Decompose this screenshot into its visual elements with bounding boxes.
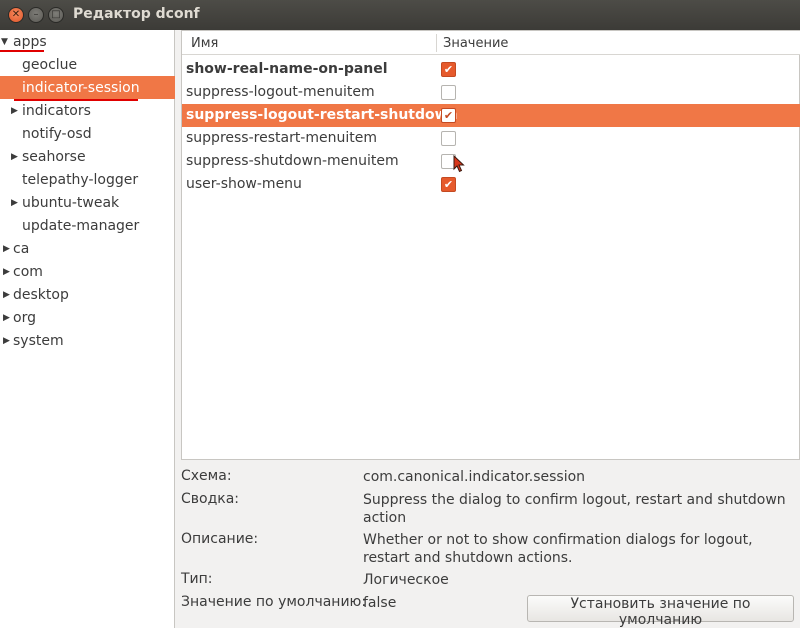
tree-item-label: indicator-session bbox=[22, 79, 140, 96]
type-label: Тип: bbox=[181, 571, 213, 587]
tree-item-label: notify-osd bbox=[22, 125, 92, 142]
key-name: suppress-restart-menuitem bbox=[186, 130, 377, 146]
tree-item-label: ca bbox=[13, 240, 30, 257]
tree-item-update-manager[interactable]: update-manager bbox=[0, 214, 175, 237]
minimize-window-button[interactable]: – bbox=[28, 7, 44, 23]
table-header: Имя Значение bbox=[182, 31, 800, 55]
checkmark-icon: ✔ bbox=[443, 178, 454, 191]
tree-item-label: ubuntu-tweak bbox=[22, 194, 120, 211]
value-checkbox[interactable]: ✔ bbox=[441, 177, 456, 192]
table-row[interactable]: suppress-logout-restart-shutdown ✔ bbox=[182, 104, 800, 127]
value-checkbox[interactable] bbox=[441, 131, 456, 146]
minimize-icon: – bbox=[33, 9, 39, 20]
key-name: suppress-shutdown-menuitem bbox=[186, 153, 399, 169]
window-title: Редактор dconf bbox=[73, 6, 200, 22]
tree-item-indicators[interactable]: ▶ indicators bbox=[0, 99, 175, 122]
key-name: suppress-logout-restart-shutdown bbox=[186, 107, 458, 123]
tree-item-label: desktop bbox=[13, 286, 69, 303]
expander-right-icon[interactable]: ▶ bbox=[11, 106, 21, 116]
tree-item-label: system bbox=[13, 332, 64, 349]
expander-down-icon[interactable]: ▼ bbox=[1, 37, 11, 47]
expander-right-icon[interactable]: ▶ bbox=[11, 152, 21, 162]
tree-item-com[interactable]: ▶ com bbox=[0, 260, 175, 283]
tree-item-label: telepathy-logger bbox=[22, 171, 139, 188]
checkmark-icon: ✔ bbox=[443, 63, 454, 76]
table-row[interactable]: user-show-menu ✔ bbox=[182, 173, 800, 196]
annotation-underline bbox=[0, 50, 44, 52]
value-checkbox[interactable]: ✔ bbox=[441, 108, 456, 123]
key-name: user-show-menu bbox=[186, 176, 302, 192]
key-name: show-real-name-on-panel bbox=[186, 61, 388, 77]
key-name: suppress-logout-menuitem bbox=[186, 84, 375, 100]
tree-item-label: indicators bbox=[22, 102, 91, 119]
tree-item-org[interactable]: ▶ org bbox=[0, 306, 175, 329]
table-row[interactable]: suppress-shutdown-menuitem bbox=[182, 150, 800, 173]
tree-item-ubuntu-tweak[interactable]: ▶ ubuntu-tweak bbox=[0, 191, 175, 214]
schema-value: com.canonical.indicator.session bbox=[363, 469, 586, 485]
annotation-underline bbox=[14, 99, 138, 101]
set-default-button[interactable]: Установить значение по умолчанию bbox=[527, 595, 794, 628]
column-header-value[interactable]: Значение bbox=[443, 36, 508, 51]
summary-label: Сводка: bbox=[181, 491, 240, 507]
expander-right-icon[interactable]: ▶ bbox=[3, 244, 13, 254]
tree-item-desktop[interactable]: ▶ desktop bbox=[0, 283, 175, 306]
description-value: Whether or not to show confirmation dial… bbox=[363, 532, 753, 566]
column-divider bbox=[436, 34, 437, 52]
column-header-name[interactable]: Имя bbox=[191, 36, 218, 51]
table-row[interactable]: suppress-logout-menuitem bbox=[182, 81, 800, 104]
default-value: false bbox=[363, 595, 397, 611]
checkmark-icon: ✔ bbox=[443, 109, 454, 122]
tree-item-ca[interactable]: ▶ ca bbox=[0, 237, 175, 260]
tree-item-seahorse[interactable]: ▶ seahorse bbox=[0, 145, 175, 168]
expander-right-icon[interactable]: ▶ bbox=[3, 267, 13, 277]
schema-label: Схема: bbox=[181, 468, 232, 484]
tree-item-label: seahorse bbox=[22, 148, 86, 165]
tree-item-label: apps bbox=[13, 33, 47, 50]
keys-table[interactable]: Имя Значение show-real-name-on-panel ✔ s… bbox=[181, 30, 800, 460]
summary-value: Suppress the dialog to confirm logout, r… bbox=[363, 492, 786, 526]
tree-item-label: geoclue bbox=[22, 56, 78, 73]
key-details: Схема: com.canonical.indicator.session С… bbox=[181, 462, 800, 628]
schema-tree[interactable]: ▼ apps geoclue indicator-session ▶ indic… bbox=[0, 30, 175, 628]
expander-right-icon[interactable]: ▶ bbox=[3, 313, 13, 323]
expander-right-icon[interactable]: ▶ bbox=[11, 198, 21, 208]
value-checkbox[interactable]: ✔ bbox=[441, 62, 456, 77]
tree-item-notify-osd[interactable]: notify-osd bbox=[0, 122, 175, 145]
close-icon: ✕ bbox=[11, 9, 21, 20]
expander-right-icon[interactable]: ▶ bbox=[3, 336, 13, 346]
tree-item-telepathy-logger[interactable]: telepathy-logger bbox=[0, 168, 175, 191]
tree-item-geoclue[interactable]: geoclue bbox=[0, 53, 175, 76]
tree-item-system[interactable]: ▶ system bbox=[0, 329, 175, 352]
tree-item-label: com bbox=[13, 263, 43, 280]
tree-item-label: org bbox=[13, 309, 36, 326]
table-row[interactable]: show-real-name-on-panel ✔ bbox=[182, 58, 800, 81]
value-checkbox[interactable] bbox=[441, 85, 456, 100]
close-window-button[interactable]: ✕ bbox=[8, 7, 24, 23]
table-row[interactable]: suppress-restart-menuitem bbox=[182, 127, 800, 150]
tree-item-indicator-session[interactable]: indicator-session bbox=[0, 76, 175, 99]
maximize-icon: □ bbox=[51, 9, 61, 20]
maximize-window-button[interactable]: □ bbox=[48, 7, 64, 23]
mouse-cursor-icon bbox=[453, 155, 465, 173]
type-value: Логическое bbox=[363, 572, 449, 588]
tree-item-label: update-manager bbox=[22, 217, 140, 234]
title-bar: ✕ – □ Редактор dconf bbox=[0, 0, 800, 30]
default-label: Значение по умолчанию: bbox=[181, 594, 367, 610]
description-label: Описание: bbox=[181, 531, 259, 547]
expander-right-icon[interactable]: ▶ bbox=[3, 290, 13, 300]
